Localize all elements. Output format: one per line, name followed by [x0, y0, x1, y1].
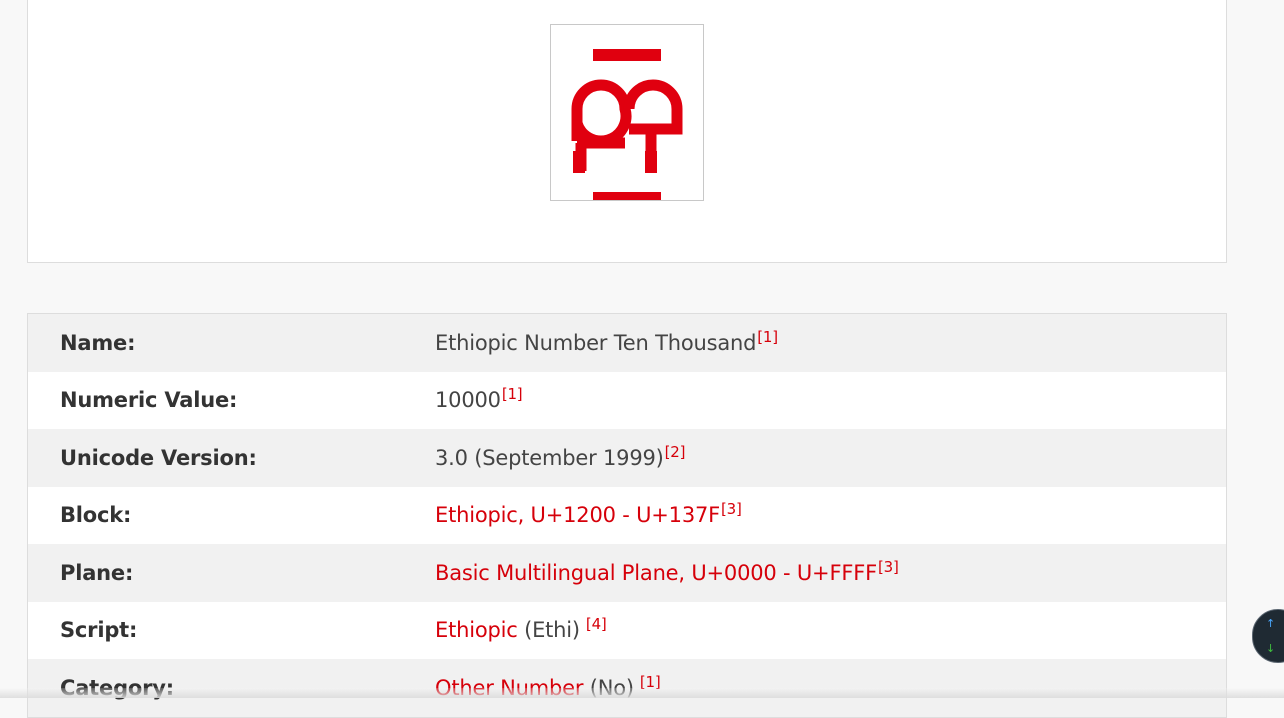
table-row-block: Block: Ethiopic, U+1200 - U+137F[3]: [28, 487, 1226, 545]
name-label: Name:: [60, 330, 136, 355]
numeric-value-label: Numeric Value:: [60, 388, 238, 413]
glyph-card: [27, 0, 1227, 263]
scroll-navigation-widget[interactable]: ↑ ↓: [1252, 609, 1284, 663]
arrow-up-icon[interactable]: ↑: [1266, 618, 1275, 629]
plane-label: Plane:: [60, 560, 134, 585]
bottom-edge-shadow: [0, 688, 1284, 698]
arrow-down-icon[interactable]: ↓: [1266, 643, 1275, 654]
table-row-name: Name: Ethiopic Number Ten Thousand[1]: [28, 314, 1226, 372]
table-row-plane: Plane: Basic Multilingual Plane, U+0000 …: [28, 544, 1226, 602]
table-row-numeric-value: Numeric Value: 10000[1]: [28, 372, 1226, 430]
script-link[interactable]: Ethiopic: [435, 618, 518, 642]
script-reference-link[interactable]: [4]: [586, 615, 607, 633]
script-code: (Ethi): [517, 618, 580, 643]
plane-value: Basic Multilingual Plane, U+0000 - U+FFF…: [435, 558, 899, 585]
block-reference-link[interactable]: [3]: [721, 500, 742, 518]
block-label: Block:: [60, 503, 132, 528]
table-row-script: Script: Ethiopic (Ethi) [4]: [28, 602, 1226, 660]
block-link[interactable]: Ethiopic, U+1200 - U+137F: [435, 503, 720, 527]
script-value: Ethiopic (Ethi) [4]: [435, 615, 607, 643]
script-label: Script:: [60, 618, 138, 643]
unicode-version-label: Unicode Version:: [60, 445, 257, 470]
table-row-unicode-version: Unicode Version: 3.0 (September 1999)[2]: [28, 429, 1226, 487]
unicode-version-value: 3.0 (September 1999)[2]: [435, 442, 686, 470]
block-value: Ethiopic, U+1200 - U+137F[3]: [435, 500, 742, 528]
numeric-value-value: 10000[1]: [435, 385, 523, 413]
ethiopic-number-ten-thousand-glyph-icon: [571, 49, 683, 200]
numeric-value-reference-link[interactable]: [1]: [502, 385, 523, 403]
glyph-image: [550, 24, 704, 201]
name-reference-link[interactable]: [1]: [757, 328, 778, 346]
unicode-version-reference-link[interactable]: [2]: [665, 443, 686, 461]
character-properties-table: Name: Ethiopic Number Ten Thousand[1] Nu…: [27, 313, 1227, 718]
plane-reference-link[interactable]: [3]: [878, 558, 899, 576]
name-value: Ethiopic Number Ten Thousand[1]: [435, 327, 778, 355]
plane-link[interactable]: Basic Multilingual Plane, U+0000 - U+FFF…: [435, 561, 877, 585]
